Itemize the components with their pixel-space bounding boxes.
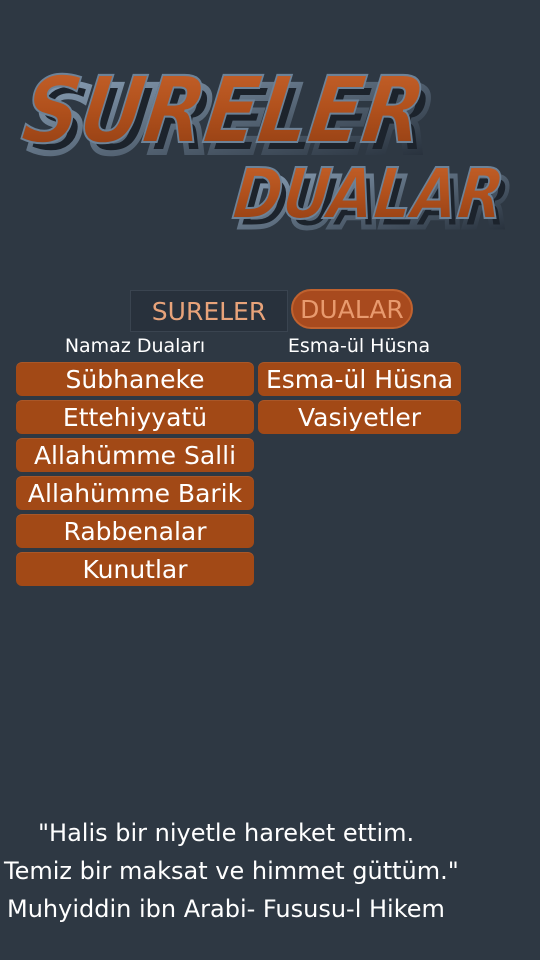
kunutlar-button[interactable]: Kunutlar	[16, 552, 254, 586]
tab-sureler[interactable]: SURELER	[130, 290, 288, 332]
logo-graphic: SURELER SURELER DUALAR DUALAR	[16, 55, 518, 240]
app-screen: SURELER SURELER DUALAR DUALAR SURELER DU…	[0, 0, 540, 960]
logo-line2: DUALAR	[230, 153, 509, 235]
quote-block: "Halis bir niyetle hareket ettim. Temiz …	[0, 814, 540, 928]
namaz-dualari-list: Sübhaneke Ettehiyyatü Allahümme Salli Al…	[16, 362, 254, 590]
rabbenalar-button[interactable]: Rabbenalar	[16, 514, 254, 548]
esma-ul-husna-list: Esma-ül Hüsna Vasiyetler	[258, 362, 461, 438]
allahumme-barik-button[interactable]: Allahümme Barik	[16, 476, 254, 510]
logo-line1: SURELER	[17, 56, 432, 163]
tab-dualar[interactable]: DUALAR	[291, 289, 413, 329]
namaz-dualari-header: Namaz Duaları	[64, 335, 206, 357]
quote-attribution: Muhyiddin ibn Arabi- Fususu-l Hikem	[7, 895, 445, 923]
allahumme-salli-button[interactable]: Allahümme Salli	[16, 438, 254, 472]
app-logo: SURELER SURELER DUALAR DUALAR	[0, 40, 540, 240]
vasiyetler-button[interactable]: Vasiyetler	[258, 400, 461, 434]
esma-ul-husna-button[interactable]: Esma-ül Hüsna	[258, 362, 461, 396]
ettehiyyatu-button[interactable]: Ettehiyyatü	[16, 400, 254, 434]
esma-ul-husna-header: Esma-ül Hüsna	[287, 335, 431, 357]
quote-line-1: "Halis bir niyetle hareket ettim.	[38, 819, 415, 847]
subhaneke-button[interactable]: Sübhaneke	[16, 362, 254, 396]
quote-line-2: Temiz bir maksat ve himmet güttüm."	[4, 857, 459, 885]
